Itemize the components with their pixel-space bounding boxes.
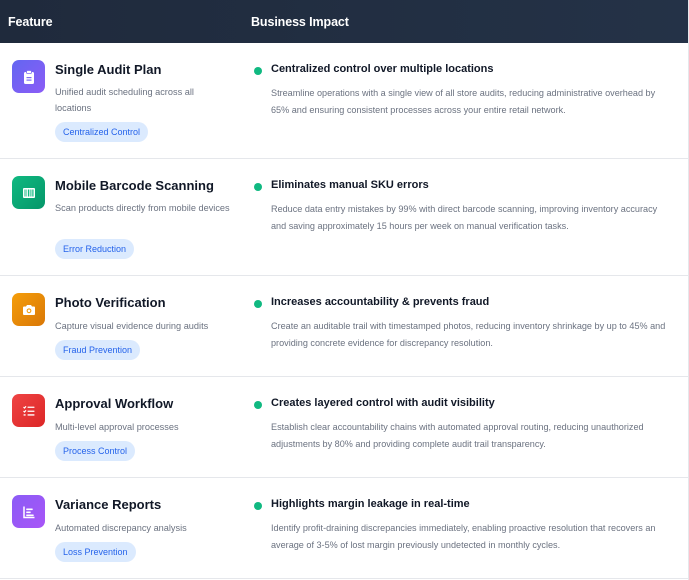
impact-description: Create an auditable trail with timestamp…	[271, 321, 666, 348]
feature-title: Photo Verification	[55, 295, 166, 310]
impact-title: Eliminates manual SKU errors	[271, 179, 429, 191]
feature-title: Variance Reports	[55, 497, 162, 512]
feature-description: Scan products directly from mobile devic…	[55, 203, 230, 213]
chart-icon	[12, 495, 45, 528]
camera-icon	[12, 293, 45, 326]
impact-cell: Highlights margin leakage in real-time I…	[251, 478, 688, 578]
feature-description: Unified audit scheduling across all loca…	[55, 87, 194, 113]
status-dot-icon	[254, 183, 262, 191]
status-dot-icon	[254, 401, 262, 409]
impact-title: Creates layered control with audit visib…	[271, 397, 495, 409]
table-row: Mobile Barcode Scanning Scan products di…	[0, 159, 688, 276]
header-business-impact: Business Impact	[251, 14, 349, 29]
table-row: Variance Reports Automated discrepancy a…	[0, 478, 688, 579]
feature-cell: Mobile Barcode Scanning Scan products di…	[0, 159, 251, 275]
impact-description: Identify profit-draining discrepancies i…	[271, 523, 656, 550]
table-row: Photo Verification Capture visual eviden…	[0, 276, 688, 377]
feature-tag: Fraud Prevention	[55, 340, 141, 360]
checklist-icon	[12, 394, 45, 427]
feature-title: Single Audit Plan	[55, 62, 162, 77]
impact-description: Streamline operations with a single view…	[271, 88, 656, 115]
table-header: Feature Business Impact	[0, 0, 688, 43]
feature-description: Automated discrepancy analysis	[55, 523, 187, 533]
barcode-icon	[12, 176, 45, 209]
impact-title: Increases accountability & prevents frau…	[271, 296, 490, 308]
feature-title: Approval Workflow	[55, 396, 174, 411]
table-row: Approval Workflow Multi-level approval p…	[0, 377, 688, 478]
impact-cell: Centralized control over multiple locati…	[251, 43, 688, 158]
status-dot-icon	[254, 300, 262, 308]
table-row: Single Audit Plan Unified audit scheduli…	[0, 43, 688, 159]
impact-cell: Creates layered control with audit visib…	[251, 377, 688, 477]
feature-cell: Single Audit Plan Unified audit scheduli…	[0, 43, 251, 158]
impact-description: Establish clear accountability chains wi…	[271, 422, 644, 449]
impact-cell: Eliminates manual SKU errors Reduce data…	[251, 159, 688, 275]
impact-title: Centralized control over multiple locati…	[271, 63, 494, 75]
impact-description: Reduce data entry mistakes by 99% with d…	[271, 204, 658, 231]
feature-cell: Photo Verification Capture visual eviden…	[0, 276, 251, 376]
clipboard-icon	[12, 60, 45, 93]
feature-tag: Centralized Control	[55, 122, 149, 142]
feature-cell: Variance Reports Automated discrepancy a…	[0, 478, 251, 578]
feature-description: Capture visual evidence during audits	[55, 321, 209, 331]
impact-title: Highlights margin leakage in real-time	[271, 498, 470, 510]
feature-tag: Loss Prevention	[55, 542, 136, 562]
impact-cell: Increases accountability & prevents frau…	[251, 276, 688, 376]
feature-title: Mobile Barcode Scanning	[55, 178, 214, 193]
status-dot-icon	[254, 502, 262, 510]
feature-tag: Process Control	[55, 441, 136, 461]
feature-description: Multi-level approval processes	[55, 422, 179, 432]
feature-cell: Approval Workflow Multi-level approval p…	[0, 377, 251, 477]
header-feature: Feature	[8, 14, 53, 29]
feature-tag: Error Reduction	[55, 239, 135, 259]
status-dot-icon	[254, 67, 262, 75]
feature-impact-table: Feature Business Impact Single Audit Pla…	[0, 0, 689, 580]
